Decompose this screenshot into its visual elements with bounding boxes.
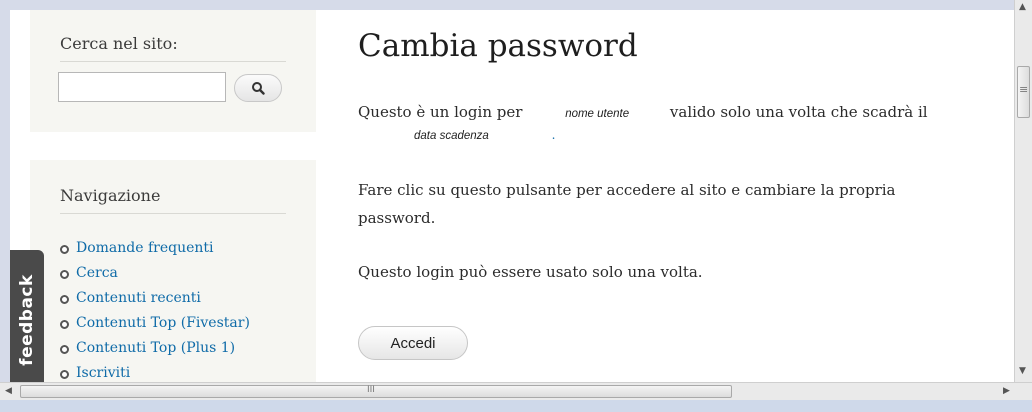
vertical-grip-icon: ≡ xyxy=(1019,83,1029,96)
login-text-end: valido solo una volta che scadrà il xyxy=(669,103,928,121)
nav-item-domande-frequenti[interactable]: Domande frequenti xyxy=(60,236,250,261)
vertical-scrollbar[interactable]: ▲ ≡ ▼ xyxy=(1014,0,1032,382)
search-icon xyxy=(252,82,265,95)
left-arrow-icon[interactable]: ◀ xyxy=(5,386,12,396)
instruction-text: Fare clic su questo pulsante per acceder… xyxy=(358,181,896,227)
page-title: Cambia password xyxy=(358,28,638,64)
navigation-block: Navigazione Domande frequenti Cerca Cont… xyxy=(30,160,316,382)
horizontal-scroll-thumb[interactable]: III xyxy=(20,385,732,398)
sidebar: Cerca nel sito: Navigazione Domande freq… xyxy=(10,10,320,382)
expiry-placeholder: data scadenza xyxy=(414,130,489,142)
nav-item-cerca[interactable]: Cerca xyxy=(60,261,250,286)
feedback-tab[interactable]: feedback xyxy=(10,250,44,382)
navigation-list: Domande frequenti Cerca Contenuti recent… xyxy=(60,236,250,382)
nav-item-contenuti-top-plus1[interactable]: Contenuti Top (Plus 1) xyxy=(60,336,250,361)
down-arrow-icon[interactable]: ▼ xyxy=(1019,366,1026,376)
browser-frame: Cerca nel sito: Navigazione Domande freq… xyxy=(0,0,1032,412)
vertical-scroll-thumb[interactable]: ≡ xyxy=(1017,66,1030,118)
horizontal-scrollbar[interactable]: ◀ III ▶ xyxy=(0,382,1032,400)
search-input[interactable] xyxy=(58,72,226,102)
search-block: Cerca nel sito: xyxy=(30,10,316,132)
right-arrow-icon[interactable]: ▶ xyxy=(1003,386,1010,396)
expiry-line: data scadenza . xyxy=(358,124,555,146)
window-bottom-border xyxy=(0,400,1032,412)
once-note: Questo login può essere usato solo una v… xyxy=(358,263,703,281)
search-button[interactable] xyxy=(234,74,282,102)
navigation-title: Navigazione xyxy=(60,186,286,214)
nav-item-contenuti-top-fivestar[interactable]: Contenuti Top (Fivestar) xyxy=(60,311,250,336)
nav-item-contenuti-recenti[interactable]: Contenuti recenti xyxy=(60,286,250,311)
login-text-start: Questo è un login per xyxy=(358,103,523,121)
feedback-label: feedback xyxy=(17,274,37,366)
search-block-title: Cerca nel sito: xyxy=(60,34,286,62)
nav-item-iscriviti[interactable]: Iscriviti xyxy=(60,361,250,382)
username-placeholder: nome utente xyxy=(565,108,630,120)
trailing-dot: . xyxy=(551,128,556,142)
horizontal-grip-icon: III xyxy=(367,385,375,395)
page-viewport: Cerca nel sito: Navigazione Domande freq… xyxy=(10,10,1014,382)
up-arrow-icon[interactable]: ▲ xyxy=(1019,2,1026,12)
accedi-button[interactable]: Accedi xyxy=(358,326,468,360)
